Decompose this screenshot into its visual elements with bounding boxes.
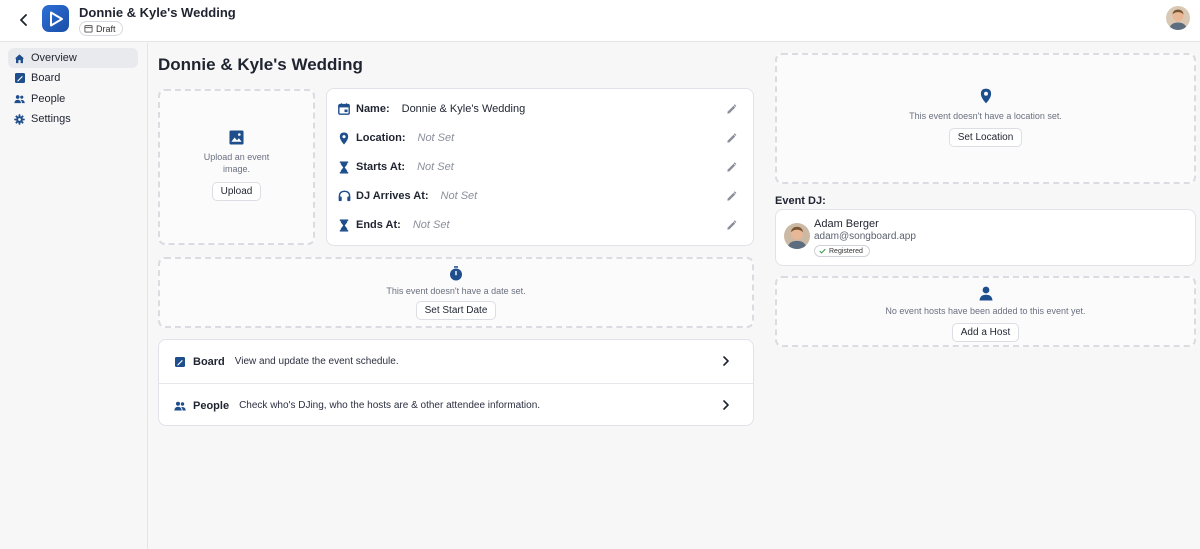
people-link-label: People	[193, 399, 230, 412]
detail-label: Name:	[356, 103, 390, 115]
detail-label: Location:	[356, 132, 406, 144]
pencil-icon	[726, 103, 736, 114]
add-host-button[interactable]: Add a Host	[951, 323, 1020, 342]
pencil-icon	[726, 161, 736, 172]
detail-row-name: Name: Donnie & Kyle's Wedding	[337, 101, 745, 117]
board-link-label: Board	[193, 355, 225, 368]
calendar-icon	[84, 25, 93, 33]
check-icon	[819, 248, 826, 254]
chevron-right-icon	[719, 354, 733, 368]
edit-ends-button[interactable]	[725, 219, 737, 231]
upload-image-card: Upload an event image. Upload	[158, 89, 315, 245]
detail-label: Ends At:	[356, 219, 401, 231]
image-icon	[229, 130, 244, 145]
board-link-description: View and update the event schedule.	[234, 356, 399, 367]
page-title: Donnie & Kyle's Wedding	[158, 55, 363, 74]
gear-icon	[14, 113, 25, 125]
people-icon	[174, 400, 186, 412]
headphones-icon	[337, 189, 351, 203]
event-dj-heading: Event DJ:	[775, 195, 826, 207]
date-empty-card: This event doesn't have a date set. Set …	[158, 257, 754, 328]
person-icon	[979, 286, 992, 301]
play-logo-icon	[49, 11, 63, 26]
pencil-icon	[726, 132, 736, 143]
app-logo	[42, 5, 69, 32]
top-header: Donnie & Kyle's Wedding Draft	[0, 0, 1200, 42]
detail-value: Donnie & Kyle's Wedding	[401, 103, 526, 115]
upload-button[interactable]: Upload	[211, 182, 262, 201]
status-badge: Draft	[79, 21, 123, 36]
header-title: Donnie & Kyle's Wedding	[79, 5, 236, 20]
people-link-description: Check who's DJing, who the hosts are & o…	[239, 400, 541, 411]
stopwatch-icon	[450, 266, 462, 281]
location-pin-icon	[980, 88, 991, 104]
back-button[interactable]	[14, 10, 34, 30]
event-details-card: Name: Donnie & Kyle's Wedding Location: …	[326, 88, 754, 246]
location-pin-icon	[337, 131, 351, 145]
edit-name-button[interactable]	[725, 103, 737, 115]
people-icon	[14, 94, 25, 105]
people-link[interactable]: People Check who's DJing, who the hosts …	[159, 384, 753, 427]
detail-value: Not Set	[412, 219, 450, 231]
hourglass-icon	[337, 218, 351, 232]
hosts-empty-card: No event hosts have been added to this e…	[775, 276, 1196, 347]
detail-row-starts: Starts At: Not Set	[337, 159, 745, 175]
home-icon	[14, 53, 25, 64]
avatar-photo-icon	[1166, 6, 1190, 30]
date-empty-message: This event doesn't have a date set.	[386, 286, 526, 296]
board-icon	[14, 73, 25, 84]
quick-links-card: Board View and update the event schedule…	[158, 339, 754, 426]
set-start-date-button[interactable]: Set Start Date	[415, 301, 497, 320]
detail-value: Not Set	[440, 190, 478, 202]
location-empty-card: This event doesn't have a location set. …	[775, 53, 1196, 184]
detail-value: Not Set	[417, 132, 455, 144]
board-link[interactable]: Board View and update the event schedule…	[159, 340, 753, 383]
detail-row-ends: Ends At: Not Set	[337, 217, 745, 233]
registered-badge-label: Registered	[829, 247, 863, 255]
set-location-button[interactable]: Set Location	[948, 128, 1023, 147]
edit-location-button[interactable]	[725, 132, 737, 144]
detail-value: Not Set	[417, 161, 454, 173]
location-empty-message: This event doesn't have a location set.	[909, 111, 1062, 121]
avatar-photo-icon	[784, 223, 810, 249]
chevron-left-icon	[20, 14, 27, 26]
detail-row-location: Location: Not Set	[337, 130, 745, 146]
sidebar-item-label: Board	[31, 72, 61, 84]
pencil-icon	[726, 219, 736, 230]
dj-name: Adam Berger	[814, 218, 879, 230]
board-icon	[174, 356, 186, 368]
dj-email: adam@songboard.app	[814, 231, 916, 242]
sidebar-item-people[interactable]: People	[8, 89, 138, 109]
sidebar-item-label: Overview	[31, 52, 77, 64]
event-dj-card[interactable]: Adam Berger adam@songboard.app Registere…	[775, 209, 1196, 266]
pencil-icon	[726, 190, 736, 201]
upload-message: Upload an event image.	[203, 152, 270, 174]
detail-label: DJ Arrives At:	[356, 190, 429, 202]
sidebar-item-board[interactable]: Board	[8, 68, 138, 88]
hosts-empty-message: No event hosts have been added to this e…	[885, 306, 1086, 316]
avatar	[784, 223, 810, 249]
sidebar-item-overview[interactable]: Overview	[8, 48, 138, 68]
edit-dj-arrives-button[interactable]	[725, 190, 737, 202]
user-avatar[interactable]	[1166, 6, 1190, 30]
sidebar: Overview Board People Settings	[0, 43, 148, 549]
detail-row-dj-arrives: DJ Arrives At: Not Set	[337, 188, 745, 204]
calendar-icon	[337, 102, 351, 116]
edit-starts-button[interactable]	[725, 161, 737, 173]
sidebar-item-label: People	[31, 93, 66, 105]
chevron-right-icon	[719, 398, 733, 412]
status-badge-label: Draft	[96, 23, 116, 34]
sidebar-item-settings[interactable]: Settings	[8, 109, 138, 129]
registered-badge: Registered	[814, 245, 870, 257]
sidebar-item-label: Settings	[31, 113, 71, 125]
hourglass-icon	[337, 160, 351, 174]
detail-label: Starts At:	[356, 161, 406, 173]
